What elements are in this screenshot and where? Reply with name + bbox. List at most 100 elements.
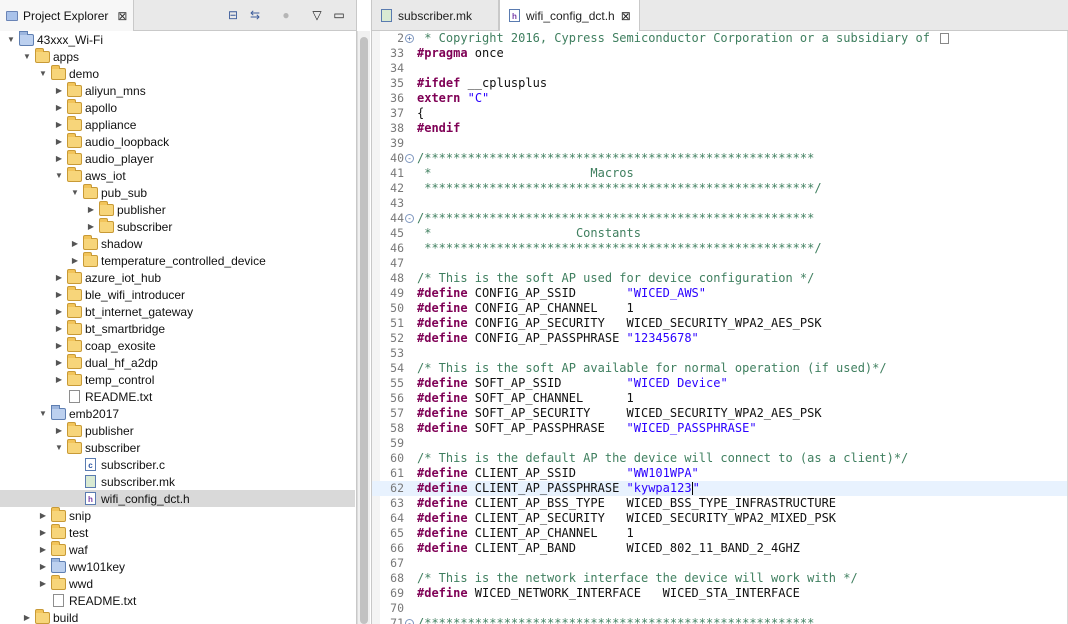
tree-item[interactable]: ▶ publisher (0, 421, 355, 439)
fold-collapse-icon[interactable]: - (405, 154, 414, 163)
code-line[interactable]: 35 #ifdef __cplusplus (372, 76, 1068, 91)
collapsed-arrow-icon[interactable]: ▶ (54, 120, 64, 130)
code-line[interactable]: 70 (372, 601, 1068, 616)
fold-collapse-icon[interactable]: - (405, 214, 414, 223)
collapsed-arrow-icon[interactable]: ▶ (86, 205, 96, 215)
collapsed-arrow-icon[interactable]: ▶ (54, 290, 64, 300)
code-line[interactable]: 57 #define SOFT_AP_SECURITY WICED_SECURIT… (372, 406, 1068, 421)
collapsed-arrow-icon[interactable]: ▶ (38, 528, 48, 538)
collapsed-arrow-icon[interactable]: ▶ (70, 256, 80, 266)
tree-item[interactable]: ▶ shadow (0, 234, 355, 252)
code-line[interactable]: 69 #define WICED_NETWORK_INTERFACE WICED_… (372, 586, 1068, 601)
collapsed-arrow-icon[interactable]: ▶ (54, 426, 64, 436)
tree-item[interactable]: ▶ temperature_controlled_device (0, 251, 355, 269)
code-line[interactable]: 43 (372, 196, 1068, 211)
tree-item[interactable]: ▶ wwd (0, 574, 355, 592)
code-line[interactable]: 63 #define CLIENT_AP_BSS_TYPE WICED_BSS_T… (372, 496, 1068, 511)
tree-item[interactable]: ▶ publisher (0, 200, 355, 218)
maximize-icon[interactable]: ▣ (350, 6, 356, 24)
tree-item[interactable]: ▶ temp_control (0, 370, 355, 388)
collapsed-arrow-icon[interactable]: ▶ (54, 307, 64, 317)
tree-item[interactable]: subscriber.mk (0, 473, 355, 490)
tab-project-explorer[interactable]: Project Explorer ⊠ (0, 0, 134, 31)
collapsed-arrow-icon[interactable]: ▶ (54, 324, 64, 334)
tree-item[interactable]: ▶ subscriber (0, 217, 355, 235)
code-line[interactable]: 40-/************************************… (372, 151, 1068, 166)
minimize-icon[interactable]: ▭ (328, 6, 350, 24)
code-line[interactable]: 52 #define CONFIG_AP_PASSPHRASE "12345678… (372, 331, 1068, 346)
tree-item[interactable]: ▼ subscriber (0, 438, 355, 456)
expanded-arrow-icon[interactable]: ▼ (22, 52, 32, 62)
fold-expand-icon[interactable]: + (405, 34, 414, 43)
code-line[interactable]: 51 #define CONFIG_AP_SECURITY WICED_SECUR… (372, 316, 1068, 331)
code-line[interactable]: 65 #define CLIENT_AP_CHANNEL 1 (372, 526, 1068, 541)
tree-item[interactable]: ▼ emb2017 (0, 404, 355, 422)
expanded-arrow-icon[interactable]: ▼ (38, 409, 48, 419)
code-line[interactable]: 2 + * Copyright 2016, Cypress Semiconduct… (372, 31, 1068, 46)
code-line[interactable]: 56 #define SOFT_AP_CHANNEL 1 (372, 391, 1068, 406)
collapsed-arrow-icon[interactable]: ▶ (54, 137, 64, 147)
tree-item[interactable]: README.txt (0, 388, 355, 405)
folded-region-box[interactable] (940, 33, 950, 44)
code-line[interactable]: 38 #endif (372, 121, 1068, 136)
code-line[interactable]: 49 #define CONFIG_AP_SSID "WICED_AWS" (372, 286, 1068, 301)
tab-subscriber-mk[interactable]: subscriber.mk (372, 0, 499, 31)
expanded-arrow-icon[interactable]: ▼ (6, 35, 16, 45)
code-line[interactable]: 66 #define CLIENT_AP_BAND WICED_802_11_BA… (372, 541, 1068, 556)
tree-item[interactable]: ▶ test (0, 523, 355, 541)
code-line[interactable]: 41 * Macros (372, 166, 1068, 181)
focus-icon[interactable]: ● (266, 6, 306, 24)
code-line[interactable]: 50 #define CONFIG_AP_CHANNEL 1 (372, 301, 1068, 316)
code-line[interactable]: 44-/************************************… (372, 211, 1068, 226)
tree-item[interactable]: ▶ ble_wifi_introducer (0, 285, 355, 303)
code-line[interactable]: 54 /* This is the soft AP available for n… (372, 361, 1068, 376)
tree-item[interactable]: ▶ dual_hf_a2dp (0, 353, 355, 371)
collapsed-arrow-icon[interactable]: ▶ (54, 341, 64, 351)
tree-item[interactable]: ▼ demo (0, 64, 355, 82)
explorer-scrollbar-thumb[interactable] (360, 37, 368, 624)
code-line[interactable]: 58 #define SOFT_AP_PASSPHRASE "WICED_PASS… (372, 421, 1068, 436)
collapsed-arrow-icon[interactable]: ▶ (54, 273, 64, 283)
collapse-all-icon[interactable]: ⊟ (222, 6, 244, 24)
expanded-arrow-icon[interactable]: ▼ (54, 171, 64, 181)
code-line[interactable]: 62 #define CLIENT_AP_PASSPHRASE "kywpa123… (372, 481, 1068, 496)
code-line[interactable]: 45 * Constants (372, 226, 1068, 241)
tree-item[interactable]: ▶ appliance (0, 115, 355, 133)
code-line[interactable]: 39 (372, 136, 1068, 151)
code-line[interactable]: 36 extern "C" (372, 91, 1068, 106)
collapsed-arrow-icon[interactable]: ▶ (38, 511, 48, 521)
collapsed-arrow-icon[interactable]: ▶ (54, 86, 64, 96)
tree-item[interactable]: ▶ aliyun_mns (0, 81, 355, 99)
tree-item[interactable]: ▶ bt_smartbridge (0, 319, 355, 337)
link-with-editor-icon[interactable]: ⇆ (244, 6, 266, 24)
expanded-arrow-icon[interactable]: ▼ (38, 69, 48, 79)
tree-item[interactable]: ▶ audio_player (0, 149, 355, 167)
code-line[interactable]: 68 /* This is the network interface the d… (372, 571, 1068, 586)
tree-item[interactable]: README.txt (0, 592, 355, 609)
tree-item[interactable]: ▶ build (0, 608, 355, 624)
tree-item[interactable]: ▼ aws_iot (0, 166, 355, 184)
code-line[interactable]: 37 { (372, 106, 1068, 121)
tree-item[interactable]: ▼ 43xxx_Wi-Fi (0, 30, 355, 48)
tree-item[interactable]: c subscriber.c (0, 456, 355, 473)
close-icon[interactable]: ⊠ (621, 9, 631, 23)
code-line[interactable]: 34 (372, 61, 1068, 76)
collapsed-arrow-icon[interactable]: ▶ (54, 103, 64, 113)
close-icon[interactable]: ⊠ (117, 9, 127, 23)
tree-item[interactable]: h wifi_config_dct.h (0, 490, 355, 507)
code-line[interactable]: 46 *************************************… (372, 241, 1068, 256)
fold-collapse-icon[interactable]: - (405, 619, 414, 624)
code-line[interactable]: 53 (372, 346, 1068, 361)
code-line[interactable]: 33 #pragma once (372, 46, 1068, 61)
collapsed-arrow-icon[interactable]: ▶ (38, 562, 48, 572)
collapsed-arrow-icon[interactable]: ▶ (54, 358, 64, 368)
code-line[interactable]: 60 /* This is the default AP the device w… (372, 451, 1068, 466)
collapsed-arrow-icon[interactable]: ▶ (38, 545, 48, 555)
tree-item[interactable]: ▶ audio_loopback (0, 132, 355, 150)
expanded-arrow-icon[interactable]: ▼ (70, 188, 80, 198)
code-line[interactable]: 42 *************************************… (372, 181, 1068, 196)
code-line[interactable]: 71-/************************************… (372, 616, 1068, 624)
collapsed-arrow-icon[interactable]: ▶ (70, 239, 80, 249)
tree-item[interactable]: ▼ pub_sub (0, 183, 355, 201)
code-line[interactable]: 55 #define SOFT_AP_SSID "WICED Device" (372, 376, 1068, 391)
